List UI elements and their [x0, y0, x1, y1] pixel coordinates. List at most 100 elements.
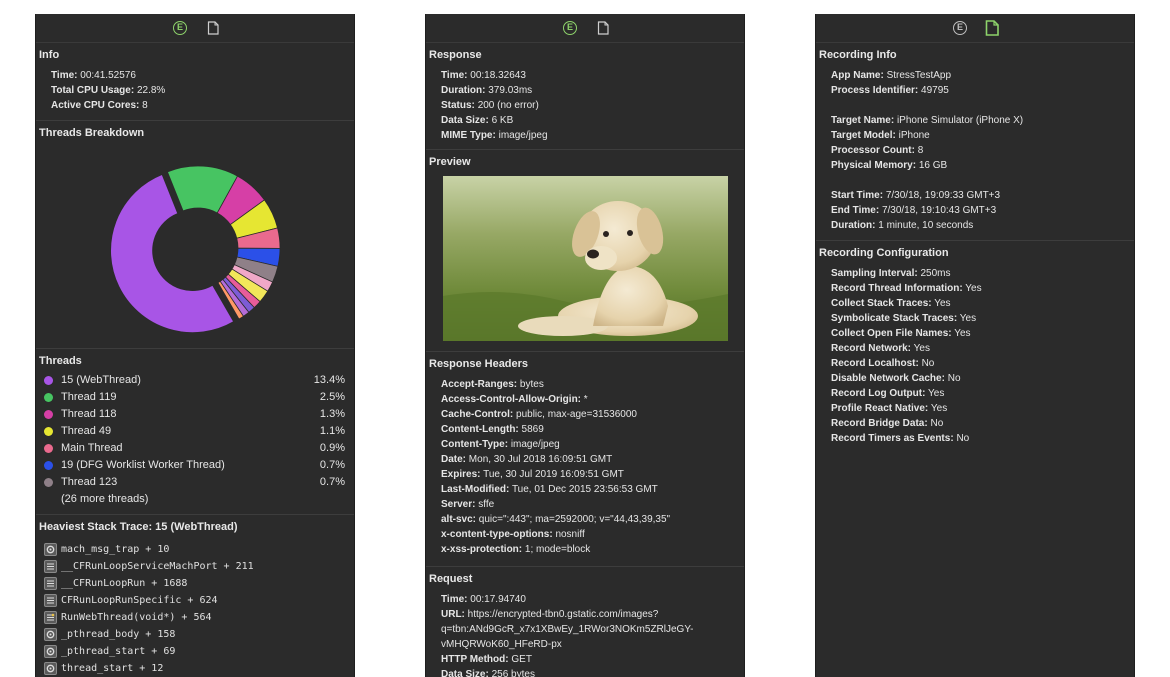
header-field-row: Last-Modified: Tue, 01 Dec 2015 23:56:53…	[426, 482, 744, 497]
recording-info-field-value: iPhone Simulator (iPhone X)	[896, 115, 1024, 126]
recording-info-field-value: 8	[917, 145, 924, 156]
response-rows: Time: 00:18.32643 Duration: 379.03ms Statu…	[426, 68, 744, 143]
recording-config-field-value: Yes	[965, 283, 982, 294]
stack-frame[interactable]: thread_start + 12	[36, 660, 354, 677]
recording-info-field-key: Target Model:	[831, 130, 896, 141]
header-field-row: Content-Type: image/jpeg	[426, 437, 744, 452]
header-field-value: 1; mode=block	[524, 544, 591, 555]
request-url-line3[interactable]: vMHQRWoK60_HFeRD-px	[426, 637, 744, 652]
threads-section: Threads 15 (WebThread) 13.4% Thread 119 2.5…	[36, 349, 354, 515]
stack-frame[interactable]: mach_msg_trap + 10	[36, 541, 354, 558]
header-field-key: Accept-Ranges:	[441, 379, 518, 390]
cpu-label: Total CPU Usage:	[51, 85, 135, 96]
response-field-value: 6 KB	[491, 115, 514, 126]
header-field-row: Content-Length: 5869	[426, 422, 744, 437]
header-field-key: x-xss-protection:	[441, 544, 523, 555]
thread-row[interactable]: 15 (WebThread) 13.4%	[36, 372, 354, 389]
header-field-value: image/jpeg	[510, 439, 560, 450]
recording-config-field-key: Record Bridge Data:	[831, 418, 928, 429]
stack-frame-symbol: __CFRunLoopServiceMachPort + 211	[61, 561, 254, 572]
info-title: Info	[39, 49, 60, 61]
webkit-icon	[44, 611, 57, 624]
header-field-value: sffe	[478, 499, 495, 510]
list-icon	[44, 560, 57, 573]
thread-color-dot	[44, 461, 53, 470]
header-field-row: Accept-Ranges: bytes	[426, 377, 744, 392]
request-time-value: 00:17.94740	[470, 594, 526, 605]
thread-color-dot	[44, 393, 53, 402]
recording-info-field-value: 7/30/18, 19:10:43 GMT+3	[881, 205, 997, 216]
document-tab-icon[interactable]	[596, 21, 610, 35]
document-tab-icon[interactable]	[984, 20, 1000, 36]
threads-title: Threads	[39, 355, 82, 367]
thread-row[interactable]: Thread 123 0.7%	[36, 474, 354, 491]
stack-trace-section: Heaviest Stack Trace: 15 (WebThread) mac…	[36, 515, 354, 677]
recording-config-rows: Sampling Interval: 250ms Record Thread In…	[816, 266, 1134, 446]
stack-frame[interactable]: __CFRunLoopRun + 1688	[36, 575, 354, 592]
stack-frame-symbol: thread_start + 12	[61, 663, 164, 674]
request-url-row[interactable]: URL: https://encrypted-tbn0.gstatic.com/…	[426, 607, 744, 622]
request-size-value: 256 bytes	[491, 669, 535, 677]
header-field-value: 5869	[521, 424, 544, 435]
document-tab-icon[interactable]	[206, 21, 220, 35]
recording-info-field-value: 16 GB	[918, 160, 948, 171]
recording-info-title: Recording Info	[819, 49, 897, 61]
thread-row[interactable]: Thread 118 1.3%	[36, 406, 354, 423]
events-tab-icon[interactable]: E	[953, 21, 967, 35]
time-label: Time:	[51, 70, 78, 81]
header-field-key: Cache-Control:	[441, 409, 514, 420]
thread-row[interactable]: Main Thread 0.9%	[36, 440, 354, 457]
request-size-label: Data Size:	[441, 669, 489, 677]
recording-config-field-row: Record Network: Yes	[816, 341, 1134, 356]
stack-frame-symbol: mach_msg_trap + 10	[61, 544, 170, 555]
thread-name: 15 (WebThread)	[61, 374, 141, 386]
header-field-value: nosniff	[555, 529, 585, 540]
recording-info-field-value: 1 minute, 10 seconds	[878, 220, 974, 231]
header-field-key: x-content-type-options:	[441, 529, 553, 540]
recording-config-field-row: Symbolicate Stack Traces: Yes	[816, 311, 1134, 326]
stack-frame[interactable]: _pthread_body + 158	[36, 626, 354, 643]
response-title: Response	[429, 49, 482, 61]
request-url-line1[interactable]: https://encrypted-tbn0.gstatic.com/image…	[468, 609, 659, 620]
recording-info-field-row: Target Model: iPhone	[816, 128, 1134, 143]
response-field-value: 200 (no error)	[477, 100, 539, 111]
panel-toolbar: E	[426, 14, 744, 43]
cores-label: Active CPU Cores:	[51, 100, 140, 111]
recording-info-field-row: Target Name: iPhone Simulator (iPhone X)	[816, 113, 1134, 128]
threads-donut-chart[interactable]	[36, 143, 355, 343]
recording-info-field-key: Physical Memory:	[831, 160, 917, 171]
response-headers-section: Response Headers Accept-Ranges: bytes Acc…	[426, 352, 744, 567]
recording-config-field-value: 250ms	[920, 268, 951, 279]
stack-frame[interactable]: _pthread_start + 69	[36, 643, 354, 660]
threads-panel: E Info Time: 00:41.52576 Total CPU Usage…	[35, 14, 355, 677]
thread-row[interactable]: Thread 119 2.5%	[36, 389, 354, 406]
events-tab-icon[interactable]: E	[563, 21, 577, 35]
request-url-line2[interactable]: q=tbn:ANd9GcR_x7x1XBwEy_1RWor3NOKm5ZRlJe…	[426, 622, 744, 637]
recording-info-field-value: 49795	[921, 85, 949, 96]
recording-info-field-row: Start Time: 7/30/18, 19:09:33 GMT+3	[816, 188, 1134, 203]
request-method-value: GET	[511, 654, 532, 665]
recording-config-field-row: Record Localhost: No	[816, 356, 1134, 371]
header-field-key: Access-Control-Allow-Origin:	[441, 394, 582, 405]
header-field-key: alt-svc:	[441, 514, 477, 525]
thread-percentage: 1.3%	[319, 408, 345, 420]
list-icon	[44, 594, 57, 607]
thread-row[interactable]: Thread 49 1.1%	[36, 423, 354, 440]
stack-frame[interactable]: RunWebThread(void*) + 564	[36, 609, 354, 626]
stack-frame[interactable]: CFRunLoopRunSpecific + 624	[36, 592, 354, 609]
preview-section: Preview	[426, 150, 744, 352]
events-tab-icon[interactable]: E	[173, 21, 187, 35]
header-field-value: public, max-age=31536000	[516, 409, 637, 420]
recording-config-field-key: Record Localhost:	[831, 358, 919, 369]
header-field-value: bytes	[519, 379, 544, 390]
request-time-row: Time: 00:17.94740	[426, 592, 744, 607]
info-cores-row: Active CPU Cores: 8	[36, 98, 354, 113]
recording-config-field-row: Collect Stack Traces: Yes	[816, 296, 1134, 311]
more-threads-label[interactable]: (26 more threads)	[36, 491, 354, 508]
recording-config-field-row: Disable Network Cache: No	[816, 371, 1134, 386]
thread-percentage: 1.1%	[319, 425, 345, 437]
stack-frame-symbol: _pthread_start + 69	[61, 646, 176, 657]
recording-config-field-value: No	[956, 433, 970, 444]
thread-row[interactable]: 19 (DFG Worklist Worker Thread) 0.7%	[36, 457, 354, 474]
stack-frame[interactable]: __CFRunLoopServiceMachPort + 211	[36, 558, 354, 575]
